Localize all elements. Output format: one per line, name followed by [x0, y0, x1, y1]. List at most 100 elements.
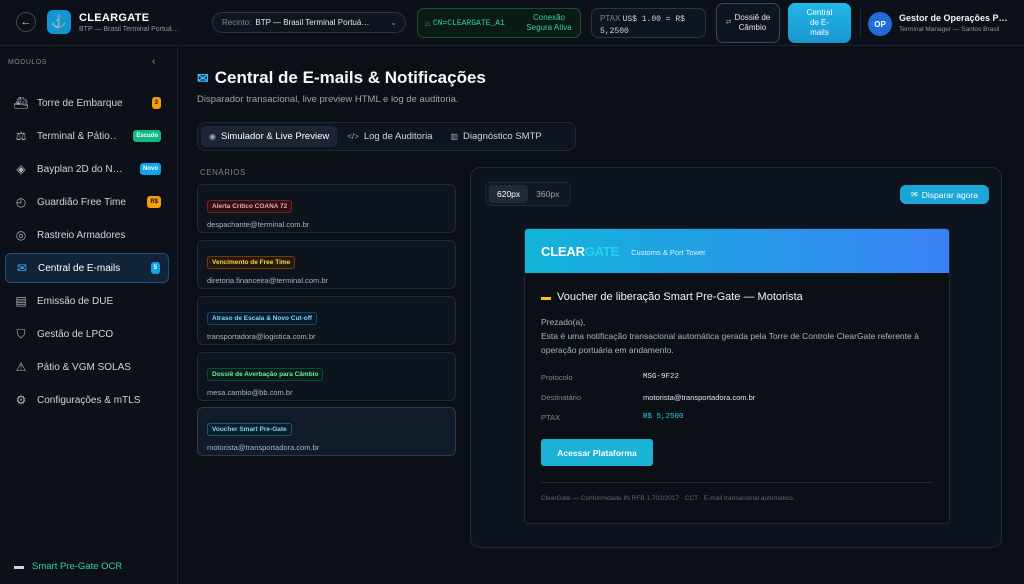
server-icon: ▥ [450, 132, 459, 141]
sidebar: MÓDULOS ‹ ⛴ Torre de Embarque 3 ⚖ Termin… [0, 47, 178, 584]
email-brand-subtitle: Customs & Port Tower [631, 247, 706, 257]
ptax-value-line2: 5,2500 [600, 27, 629, 36]
tab-log-auditoria[interactable]: </> Log de Auditoria [339, 126, 440, 147]
ship-icon: ⛴ [13, 96, 29, 110]
shield-icon: ⛉ [16, 326, 26, 341]
layers-icon: ◈ [16, 162, 26, 176]
central-emails-button[interactable]: Central de E-mails [788, 3, 851, 43]
chevron-down-icon: ⌄ [390, 18, 397, 27]
width-option-360[interactable]: 360px [528, 185, 567, 203]
divider [541, 482, 933, 483]
sidebar-item-label: Central de E-mails [38, 262, 121, 274]
sidebar-item-terminal-patio[interactable]: ⚖ Terminal & Pátio… Escudo [5, 121, 169, 151]
scale-icon: ⚖ [15, 129, 27, 143]
arrow-left-icon: ← [20, 16, 32, 28]
email-greeting: Prezado(a), [541, 317, 586, 327]
scenario-card[interactable]: Dossiê de Averbação para Câmbio mesa.cam… [197, 352, 456, 401]
sidebar-item-label: Pátio & VGM SOLAS [37, 361, 131, 373]
scenario-tag: Vencimento de Free Time [207, 256, 296, 269]
ticket-icon: ▬ [541, 291, 551, 303]
tab-label: Simulador & Live Preview [220, 131, 330, 142]
sidebar-item-configuracoes[interactable]: ⚙ Configurações & mTLS [5, 385, 169, 415]
recinto-select[interactable]: Recinto: BTP — Brasil Terminal Portuá… ⌄ [212, 12, 406, 33]
access-platform-button[interactable]: Acessar Plataforma [541, 439, 653, 466]
sidebar-item-gestao-lpco[interactable]: ⛉ Gestão de LPCO [5, 319, 169, 349]
sidebar-item-bayplan[interactable]: ◈ Bayplan 2D do N… Novo [5, 154, 169, 184]
certificate-status: ⌂ CN=CLEARGATE_A1 Conexão Segura Ativa [417, 8, 581, 38]
sidebar-item-label: Emissão de DUE [37, 295, 114, 307]
email-field-ptax: PTAX R$ 5,2500 [541, 413, 684, 422]
lock-icon: ⌂ [425, 18, 430, 28]
back-button[interactable]: ← [16, 12, 36, 32]
field-key: PTAX [541, 413, 561, 422]
smart-pre-gate-ocr-link[interactable]: ▬ Smart Pre-Gate OCR [14, 561, 122, 572]
cleargate-logo: ⚓ [47, 10, 71, 34]
send-now-button[interactable]: ✉ Disparar agora [900, 185, 989, 204]
anchor-icon: ⚓ [50, 14, 68, 29]
scenario-card-selected[interactable]: Voucher Smart Pre-Gate motorista@transpo… [197, 407, 456, 456]
page-title-text: Central de E-mails & Notificações [214, 68, 486, 87]
tab-simulador[interactable]: ◉ Simulador & Live Preview [201, 126, 338, 147]
sidebar-item-label: Terminal & Pátio… [37, 130, 117, 142]
page-title: ✉ Central de E-mails & Notificações [197, 68, 486, 88]
sidebar-item-patio-vgm[interactable]: ⚠ Pátio & VGM SOLAS [5, 352, 169, 382]
scanner-icon: ▬ [14, 561, 24, 572]
email-footer: ClearGate — Conformidade IN RFB 1.702/20… [541, 495, 795, 502]
scenario-tag: Alerta Crítico COANA 72 [207, 200, 293, 213]
field-value: MSG-9F22 [643, 373, 680, 381]
scenarios-title: CENÁRIOS [200, 168, 246, 177]
sidebar-item-emissao-due[interactable]: ▤ Emissão de DUE [5, 286, 169, 316]
scenario-tag: Dossiê de Averbação para Câmbio [207, 368, 324, 381]
sidebar-item-label: Configurações & mTLS [37, 394, 141, 406]
sidebar-item-label: Rastreio Armadores [37, 229, 126, 241]
novo-badge: Novo [140, 163, 161, 175]
tab-label: Diagnóstico SMTP [463, 131, 542, 142]
sidebar-title: MÓDULOS [8, 59, 47, 66]
email-subject: ▬ Voucher de liberação Smart Pre-Gate — … [541, 291, 803, 303]
sidebar-item-central-emails[interactable]: ✉ Central de E-mails 5 [5, 253, 169, 283]
email-brand: CLEARGATE [541, 243, 620, 259]
email-paragraph: Esta é uma notificação transacional auto… [541, 331, 919, 355]
tab-diagnostico-smtp[interactable]: ▥ Diagnóstico SMTP [442, 126, 549, 147]
width-option-620[interactable]: 620px [489, 185, 529, 203]
brand-subtitle: BTP — Brasil Terminal Portuá… [79, 26, 179, 33]
live-preview-panel: 620px 360px ✉ Disparar agora CLEARGATE C… [470, 167, 1002, 548]
width-toggle: 620px 360px [485, 182, 572, 206]
connection-status: Conexão Segura Ativa [526, 13, 572, 32]
scenario-email: mesa.cambio@bb.com.br [207, 388, 293, 397]
sidebar-item-torre-embarque[interactable]: ⛴ Torre de Embarque 3 [5, 88, 169, 118]
recinto-value: BTP — Brasil Terminal Portuá… [255, 18, 370, 27]
field-key: Destinatário [541, 393, 582, 402]
tab-label: Log de Auditoria [363, 131, 433, 142]
gear-icon: ⚙ [15, 393, 27, 407]
chevron-left-icon[interactable]: ‹ [152, 56, 155, 67]
scenario-card[interactable]: Vencimento de Free Time diretoria.financ… [197, 240, 456, 289]
dossie-cambio-label: Dossiê de Câmbio [734, 13, 771, 32]
top-bar: ← ⚓ CLEARGATE BTP — Brasil Terminal Port… [0, 0, 1024, 46]
exchange-icon: ⇄ [725, 19, 732, 26]
document-icon: ▤ [15, 294, 27, 308]
send-now-label: Disparar agora [921, 189, 978, 200]
user-role: Terminal Manager — Santos Brasil [899, 26, 1000, 33]
brand-name: CLEARGATE [79, 12, 150, 24]
sidebar-item-label: Gestão de LPCO [37, 328, 114, 340]
recinto-label: Recinto: [222, 18, 252, 27]
currency-badge: R$ [147, 196, 161, 208]
sidebar-item-label: Guardião Free Time [37, 196, 126, 208]
page-subtitle: Disparador transacional, live preview HT… [197, 94, 459, 105]
sidebar-item-rastreio-armadores[interactable]: ◎ Rastreio Armadores [5, 220, 169, 250]
code-icon: </> [347, 132, 359, 141]
field-value: motorista@transportadora.com.br [643, 393, 756, 402]
scenario-email: motorista@transportadora.com.br [207, 443, 320, 452]
scenario-card[interactable]: Atraso de Escala & Novo Cut-off transpor… [197, 296, 456, 345]
scenario-email: diretoria.financeira@terminal.com.br [207, 276, 328, 285]
dossie-cambio-button[interactable]: ⇄ Dossiê de Câmbio [716, 3, 780, 43]
count-badge: 3 [151, 97, 161, 109]
header-divider [860, 8, 861, 38]
sidebar-item-label: Bayplan 2D do N… [37, 163, 123, 175]
ocr-label: Smart Pre-Gate OCR [32, 561, 123, 572]
scenario-card[interactable]: Alerta Crítico COANA 72 despachante@term… [197, 184, 456, 233]
sidebar-item-guardiao-free-time[interactable]: ◴ Guardião Free Time R$ [5, 187, 169, 217]
field-key: Protocolo [541, 373, 573, 382]
avatar[interactable]: OP [868, 12, 892, 36]
